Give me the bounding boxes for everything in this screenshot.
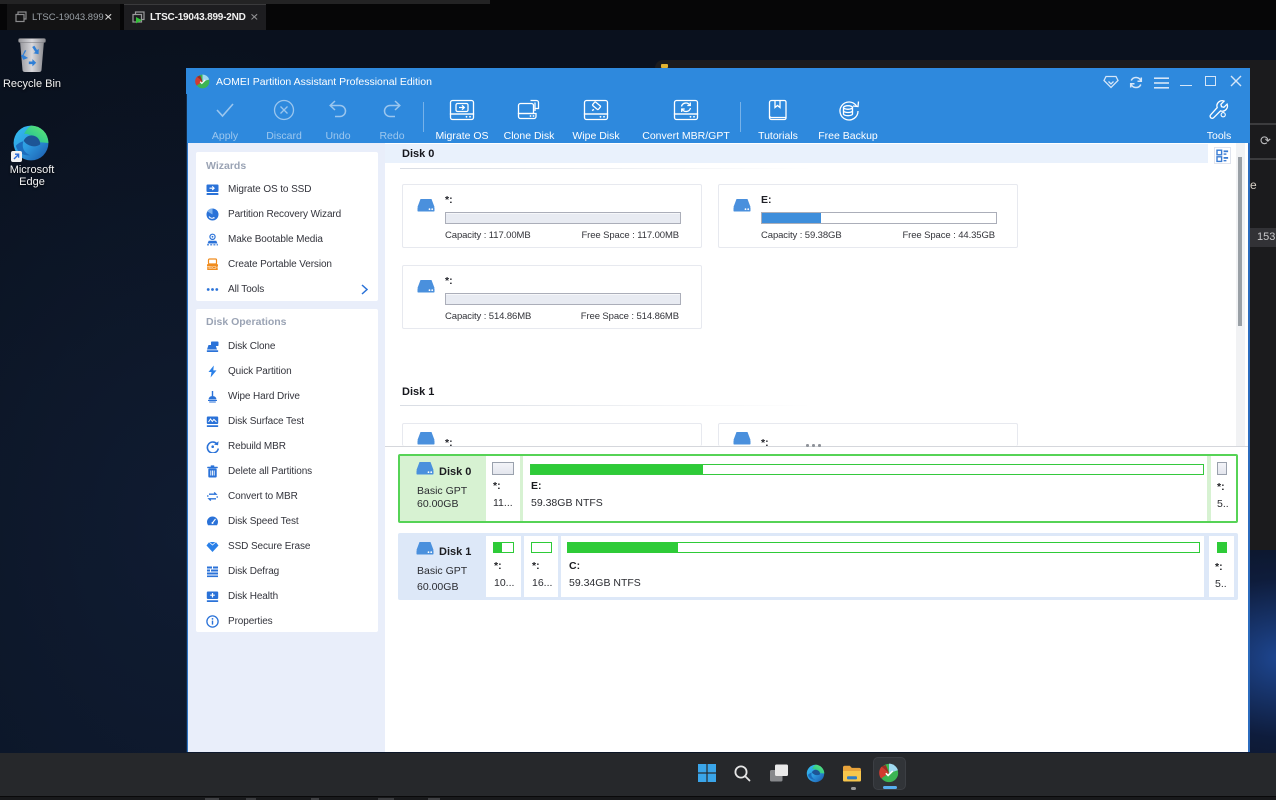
svg-text:TECH: TECH: [207, 264, 219, 269]
